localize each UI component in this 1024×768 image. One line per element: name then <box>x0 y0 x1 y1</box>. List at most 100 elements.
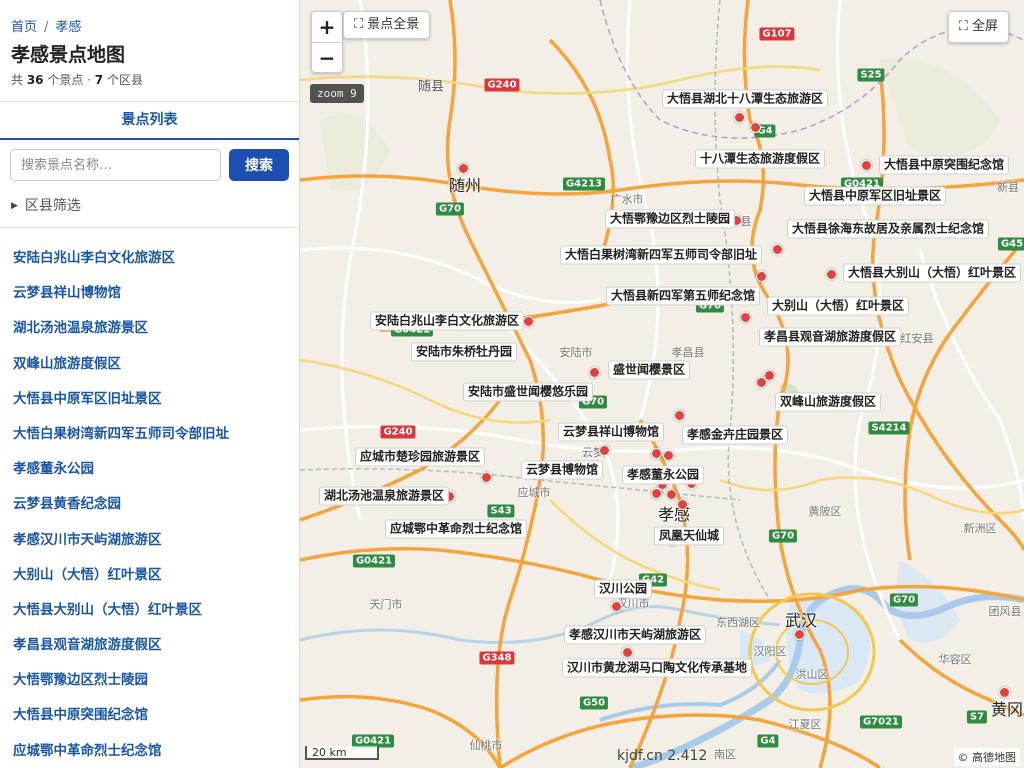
zoom-control: + − <box>311 11 343 73</box>
road-shield: S43 <box>487 504 515 518</box>
spot-label[interactable]: 大悟鄂豫边区烈士陵园 <box>604 209 736 229</box>
road-shield: G107 <box>759 27 795 41</box>
list-item[interactable]: 大悟县大别山（大悟）红叶景区 <box>0 593 299 628</box>
map-view[interactable]: 随州 随县 安陆市 孝昌县 云梦 应城市 孝感 黄陂区 新洲区 天门市 汉川市 东西湖区 武汉 汉阳区 洪山… <box>300 0 1024 768</box>
road-shield: G70 <box>435 202 465 216</box>
list-item[interactable]: 云梦县祥山博物馆 <box>0 276 299 311</box>
list-item[interactable]: 湖北汤池温泉旅游景区 <box>0 311 299 346</box>
zoom-level-badge: zoom 9 <box>310 84 364 103</box>
map-marker[interactable] <box>734 112 745 123</box>
spot-label[interactable]: 大别山（大悟）红叶景区 <box>766 296 910 316</box>
breadcrumb-home-link[interactable]: 首页 <box>11 20 37 35</box>
city-label: 新县 <box>997 181 1019 194</box>
stats-mid: 个景点 · <box>43 73 95 87</box>
spot-label[interactable]: 大悟县中原突围纪念馆 <box>878 155 1010 175</box>
spot-label[interactable]: 湖北汤池温泉旅游景区 <box>318 486 450 506</box>
spot-label[interactable]: 大悟县大别山（大悟）红叶景区 <box>842 263 1022 283</box>
list-item[interactable]: 大悟白果树湾新四军五师司令部旧址 <box>0 417 299 452</box>
spot-list: 安陆白兆山李白文化旅游区 云梦县祥山博物馆 湖北汤池温泉旅游景区 双峰山旅游度假区 大悟… <box>0 241 299 768</box>
city-label: 安陆市 <box>559 346 593 359</box>
search-input[interactable] <box>10 149 221 181</box>
city-label: 东西湖区 <box>716 616 760 629</box>
spot-label[interactable]: 应城市楚珍园旅游景区 <box>354 447 486 467</box>
map-marker[interactable] <box>794 629 805 640</box>
list-item[interactable]: 安陆白兆山李白文化旅游区 <box>0 241 299 276</box>
spot-label[interactable]: 汉川市黄龙湖马口陶文化传承基地 <box>561 658 753 678</box>
spot-label[interactable]: 孝感汉川市天屿湖旅游区 <box>563 625 707 645</box>
spot-label[interactable]: 云梦县祥山博物馆 <box>557 422 665 442</box>
city-label: 广水市 <box>610 193 644 206</box>
road-shield: G4213 <box>562 177 606 191</box>
spot-label[interactable]: 孝昌县观音湖旅游度假区 <box>758 327 902 347</box>
spot-label[interactable]: 云梦县博物馆 <box>520 460 604 480</box>
spot-label[interactable]: 孝感金卉庄园景区 <box>681 425 789 445</box>
map-marker[interactable] <box>861 160 872 171</box>
list-item[interactable]: 双峰山旅游度假区 <box>0 347 299 382</box>
spot-label[interactable]: 大悟白果树湾新四军五师司令部旧址 <box>559 245 763 265</box>
map-marker[interactable] <box>999 687 1010 698</box>
road-shield: G348 <box>479 651 515 665</box>
map-marker[interactable] <box>651 488 662 499</box>
map-marker[interactable] <box>599 445 610 456</box>
list-item[interactable]: 孝昌县观音湖旅游度假区 <box>0 628 299 663</box>
spot-label[interactable]: 应城鄂中革命烈士纪念馆 <box>384 519 528 539</box>
all-spots-button[interactable]: ⛶ 景点全景 <box>343 11 431 39</box>
spot-label[interactable]: 汉川公园 <box>593 579 653 599</box>
spot-label[interactable]: 安陆市盛世闻樱悠乐园 <box>462 382 594 402</box>
map-marker[interactable] <box>663 450 674 461</box>
map-marker[interactable] <box>740 312 751 323</box>
map-marker[interactable] <box>651 448 662 459</box>
filter-divider <box>0 227 299 228</box>
list-item[interactable]: 孝感汉川市天屿湖旅游区 <box>0 523 299 558</box>
spot-label[interactable]: 大悟县新四军第五师纪念馆 <box>605 286 761 306</box>
map-marker[interactable] <box>756 377 767 388</box>
spot-label[interactable]: 十八潭生态旅游度假区 <box>694 149 826 169</box>
list-item[interactable]: 云梦县黄香纪念园 <box>0 487 299 522</box>
zoom-out-button[interactable]: − <box>312 42 342 72</box>
map-marker[interactable] <box>677 499 688 510</box>
map-marker[interactable] <box>666 489 677 500</box>
spot-label[interactable]: 孝感董永公园 <box>621 465 705 485</box>
road-shield: S4214 <box>868 421 910 435</box>
fullscreen-button[interactable]: ⛶ 全屏 <box>947 11 1009 43</box>
map-marker[interactable] <box>589 367 600 378</box>
spot-label[interactable]: 盛世闻樱景区 <box>607 360 691 380</box>
triangle-right-icon: ▶ <box>11 201 18 211</box>
zoom-in-button[interactable]: + <box>312 12 342 42</box>
district-filter-toggle[interactable]: ▶ 区县筛选 <box>11 195 81 215</box>
map-marker[interactable] <box>481 472 492 483</box>
list-item[interactable]: 大悟县中原突围纪念馆 <box>0 698 299 733</box>
tab-spot-list[interactable]: 景点列表 <box>0 102 299 140</box>
map-marker[interactable] <box>523 316 534 327</box>
spot-label[interactable]: 凤凰天仙城 <box>653 526 725 546</box>
spot-label[interactable]: 双峰山旅游度假区 <box>774 392 882 412</box>
map-marker[interactable] <box>611 601 622 612</box>
list-item[interactable]: 大别山（大悟）红叶景区 <box>0 558 299 593</box>
map-marker[interactable] <box>750 122 761 133</box>
spot-label[interactable]: 大悟县湖北十八潭生态旅游区 <box>661 89 829 109</box>
list-item[interactable]: 孝感董永公园 <box>0 452 299 487</box>
city-label: 汉阳区 <box>753 645 787 658</box>
map-marker[interactable] <box>622 647 633 658</box>
road-shield: G50 <box>579 696 609 710</box>
map-marker[interactable] <box>826 269 837 280</box>
spot-label[interactable]: 安陆市朱桥牡丹园 <box>410 342 518 362</box>
list-item[interactable]: 大悟鄂豫边区烈士陵园 <box>0 663 299 698</box>
map-marker[interactable] <box>674 410 685 421</box>
city-label: 新洲区 <box>963 522 997 535</box>
road-shield: G240 <box>484 78 520 92</box>
list-item[interactable]: 大悟县中原军区旧址景区 <box>0 382 299 417</box>
spot-label[interactable]: 大悟县徐海东故居及亲属烈士纪念馆 <box>786 219 990 239</box>
city-label: 武汉 <box>784 611 818 630</box>
spot-label[interactable]: 大悟县中原军区旧址景区 <box>803 186 947 206</box>
map-marker[interactable] <box>756 271 767 282</box>
all-spots-label: 景点全景 <box>367 17 420 32</box>
breadcrumb-current-link[interactable]: 孝感 <box>55 20 81 35</box>
map-marker[interactable] <box>458 163 469 174</box>
city-label: 孝昌县 <box>671 346 705 359</box>
city-label: 天门市 <box>369 598 403 611</box>
map-marker[interactable] <box>772 244 783 255</box>
list-item[interactable]: 应城鄂中革命烈士纪念馆 <box>0 734 299 768</box>
search-button[interactable]: 搜索 <box>229 149 289 181</box>
spot-label[interactable]: 安陆白兆山李白文化旅游区 <box>369 311 525 331</box>
